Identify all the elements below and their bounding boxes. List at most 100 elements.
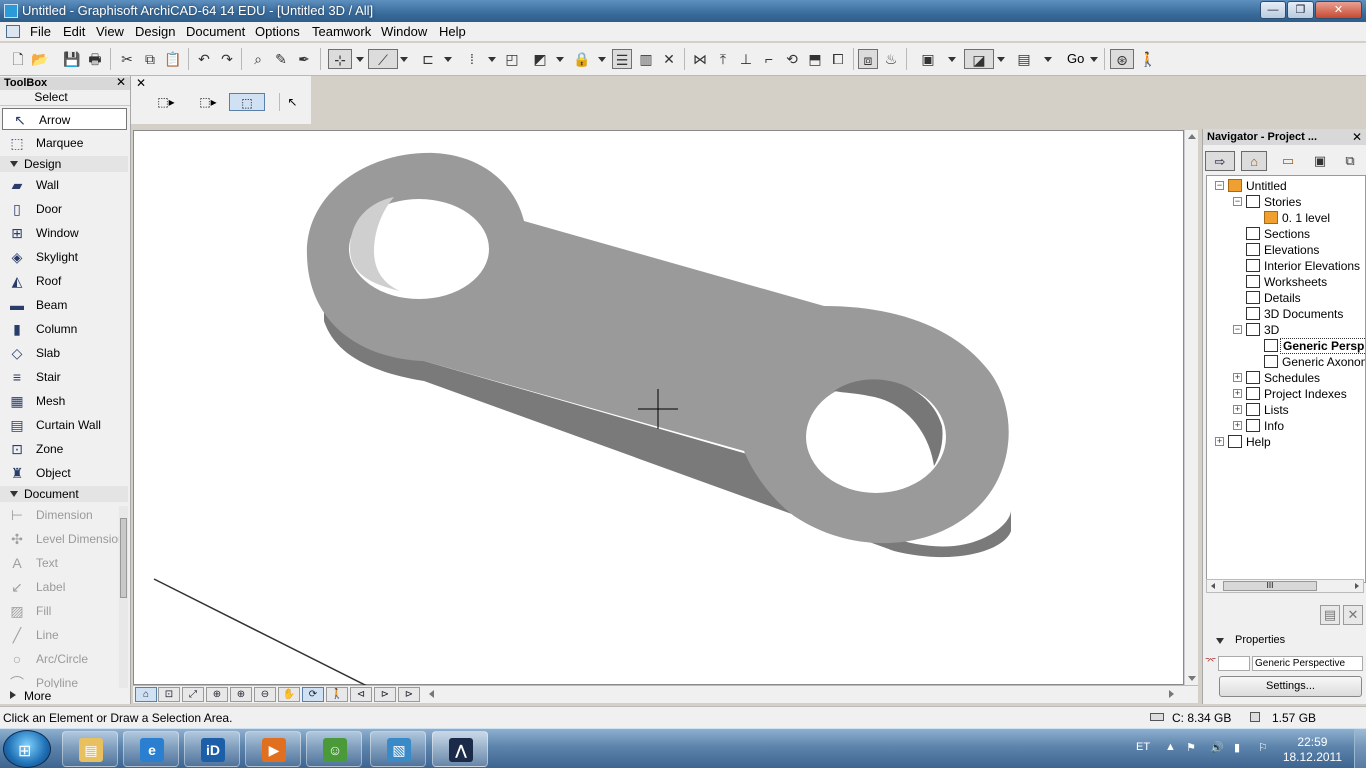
menu-design[interactable]: Design [133, 24, 177, 39]
tool-skylight[interactable]: ◈ Skylight [0, 246, 128, 268]
lock-dropdown-icon[interactable] [598, 57, 606, 62]
split-icon[interactable]: ⋈ [690, 49, 710, 69]
inject-parameters-icon[interactable]: ✒ [294, 49, 314, 69]
go-label[interactable]: Go [1067, 51, 1084, 66]
section-window-dropdown-icon[interactable] [1044, 57, 1052, 62]
minimize-button[interactable]: — [1260, 1, 1286, 19]
tool-stair[interactable]: ≡ Stair [0, 366, 128, 388]
3d-view-icon[interactable]: ⧈ [858, 49, 878, 69]
walk-icon[interactable]: 🚶 [1138, 49, 1158, 69]
close-button[interactable]: ✕ [1315, 1, 1362, 19]
floor-plan-dropdown-icon[interactable] [948, 57, 956, 62]
network-icon[interactable]: ▮ [1234, 741, 1240, 754]
offset-icon[interactable]: ⟲ [782, 49, 802, 69]
collapse-icon[interactable]: − [1215, 181, 1224, 190]
properties-name-field[interactable]: Generic Perspective [1252, 656, 1363, 671]
expand-icon[interactable]: + [1215, 437, 1224, 446]
menu-edit[interactable]: Edit [61, 24, 87, 39]
paste-icon[interactable]: 📋 [163, 49, 183, 69]
tool-curtain-wall[interactable]: ▤ Curtain Wall [0, 414, 128, 436]
tool-door[interactable]: ▯ Door [0, 198, 128, 220]
previous-zoom-icon[interactable]: ⊲ [350, 687, 372, 702]
next-zoom-icon[interactable]: ⊳ [374, 687, 396, 702]
menu-document[interactable]: Document [184, 24, 247, 39]
viewport-vertical-scrollbar[interactable] [1184, 130, 1198, 685]
flag-icon[interactable]: ⚐ [1258, 741, 1268, 754]
tool-fill[interactable]: ▨ Fill [0, 600, 128, 622]
3d-style-icon[interactable]: ♨ [881, 49, 901, 69]
expand-icon[interactable]: + [1233, 421, 1242, 430]
align-icon[interactable]: ⊏ [418, 49, 438, 69]
3d-viewport[interactable] [133, 130, 1184, 688]
taskbar-id-app[interactable]: iD [184, 731, 240, 767]
taskbar-messenger[interactable]: ☺ [306, 731, 362, 767]
menu-file[interactable]: File [28, 24, 53, 39]
publisher-sets-icon[interactable]: ⧉ [1337, 151, 1363, 171]
guide-lines-dropdown-icon[interactable] [400, 57, 408, 62]
fit-in-window-icon[interactable]: ⤢ [182, 687, 204, 702]
orbit-view-icon[interactable]: ⟳ [302, 687, 324, 702]
delete-view-icon[interactable]: ✕ [1343, 605, 1363, 625]
zoom-history-icon[interactable]: ⊳ [398, 687, 420, 702]
taskbar-image-viewer[interactable]: ▧ [370, 731, 426, 767]
distribute-dropdown-icon[interactable] [488, 57, 496, 62]
tool-line[interactable]: ╱ Line [0, 624, 128, 646]
language-indicator[interactable]: ET [1136, 741, 1150, 753]
home-view-icon[interactable]: ⌂ [135, 687, 157, 702]
taskbar-internet-explorer[interactable]: e [123, 731, 179, 767]
selection-method-polygon-icon[interactable]: ⬚▸ [153, 93, 179, 111]
collapse-icon[interactable]: − [1233, 325, 1242, 334]
distribute-icon[interactable]: ⁞ [462, 49, 482, 69]
tool-column[interactable]: ▮ Column [0, 318, 128, 340]
view-map-icon[interactable]: ▭ [1275, 151, 1301, 171]
lock-icon[interactable]: 🔒 [572, 49, 592, 69]
display-order-icon[interactable]: ◩ [530, 49, 550, 69]
navigator-horizontal-scrollbar[interactable]: III [1206, 579, 1364, 593]
delete-icon[interactable]: ✕ [659, 49, 679, 69]
expand-icon[interactable]: + [1233, 405, 1242, 414]
3d-window-icon[interactable]: ◪ [964, 49, 994, 69]
tool-arrow[interactable]: ↖ Arrow [2, 108, 127, 130]
new-file-icon[interactable]: 🗋 [8, 49, 28, 69]
group-icon[interactable]: ◰ [502, 49, 522, 69]
print-icon[interactable]: 🖶 [85, 49, 105, 69]
zoom-in-icon[interactable]: ⊕ [230, 687, 252, 702]
tool-label[interactable]: ↙ Label [0, 576, 128, 598]
resize-icon[interactable]: ⬒ [805, 49, 825, 69]
floor-plan-window-icon[interactable]: ▣ [918, 49, 938, 69]
tool-roof[interactable]: ◭ Roof [0, 270, 128, 292]
document-group-header[interactable]: Document [0, 486, 128, 502]
grid-snap-icon[interactable]: ⊹ [328, 49, 352, 69]
3d-window-dropdown-icon[interactable] [997, 57, 1005, 62]
tool-slab[interactable]: ◇ Slab [0, 342, 128, 364]
copy-icon[interactable]: ⧉ [140, 49, 160, 69]
zoom-to-selection-icon[interactable]: ⊕ [206, 687, 228, 702]
tool-level-dimension[interactable]: ✣ Level Dimension [0, 528, 128, 550]
scroll-right-icon[interactable] [1169, 690, 1174, 698]
restore-button[interactable]: ❐ [1287, 1, 1314, 19]
undo-icon[interactable]: ↶ [194, 49, 214, 69]
selection-method-marquee-icon[interactable]: ⬚ [229, 93, 265, 111]
tool-text[interactable]: A Text [0, 552, 128, 574]
navigator-menu-icon[interactable]: ⇨ [1205, 151, 1235, 171]
menu-window[interactable]: Window [379, 24, 429, 39]
section-window-icon[interactable]: ▤ [1014, 49, 1034, 69]
show-desktop-button[interactable] [1354, 729, 1366, 768]
project-map-icon[interactable]: ⌂ [1241, 151, 1267, 171]
system-clock[interactable]: 22:59 18.12.2011 [1283, 735, 1342, 765]
scroll-left-icon[interactable] [429, 690, 434, 698]
taskbar-archicad[interactable]: ⋀ [432, 731, 488, 767]
volume-icon[interactable]: 🔊 [1210, 741, 1224, 754]
tool-dimension[interactable]: ⊢ Dimension [0, 504, 128, 526]
menu-teamwork[interactable]: Teamwork [310, 24, 373, 39]
adjust-icon[interactable]: ⤒ [713, 49, 733, 69]
menu-help[interactable]: Help [437, 24, 468, 39]
show-hidden-icons-icon[interactable]: ▲ [1165, 741, 1176, 753]
system-menu-icon[interactable] [6, 25, 20, 38]
taskbar-media-player[interactable]: ▶ [245, 731, 301, 767]
design-group-header[interactable]: Design [0, 156, 128, 172]
explore-icon[interactable]: 🚶 [326, 687, 348, 702]
toolbox-scrollbar[interactable] [119, 506, 128, 688]
selection-method-rect-icon[interactable]: ⬚▸ [195, 93, 221, 111]
cut-icon[interactable]: ✂ [117, 49, 137, 69]
